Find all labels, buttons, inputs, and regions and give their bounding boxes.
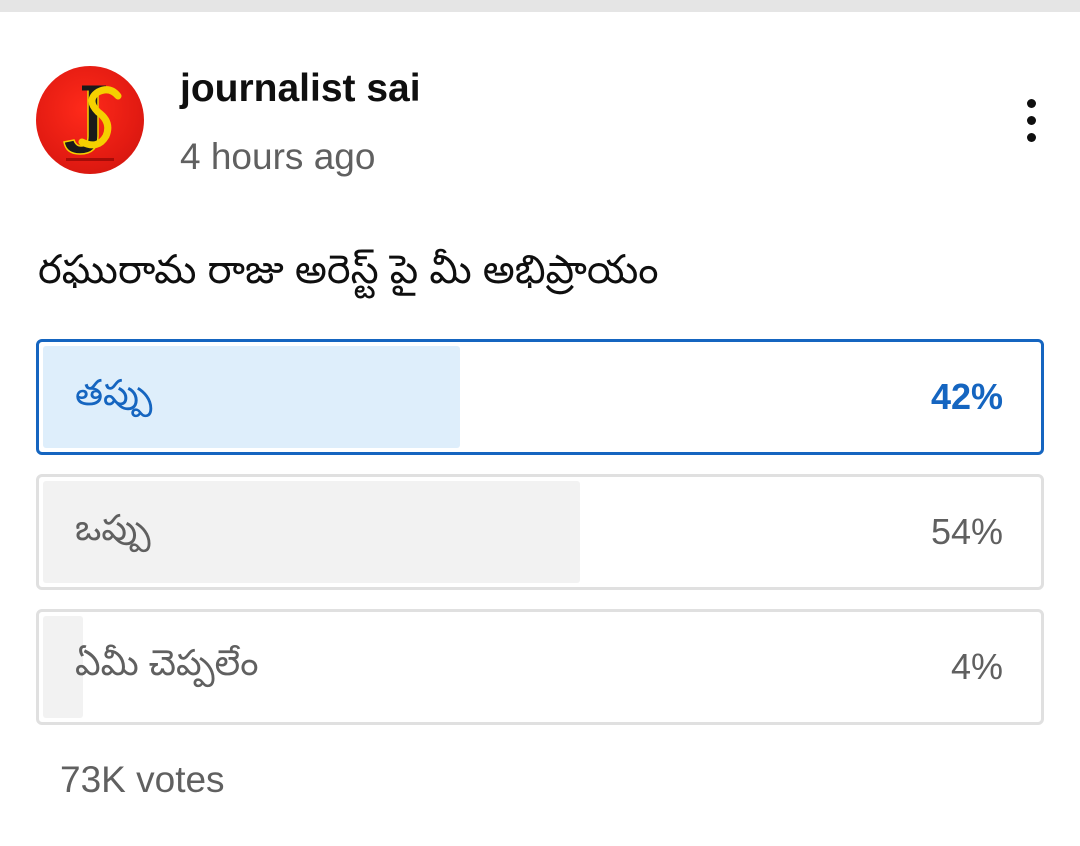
poll-option[interactable]: తప్పు 42% xyxy=(36,339,1044,455)
poll-option-percent: 4% xyxy=(950,646,1003,687)
post-timestamp: 4 hours ago xyxy=(180,136,376,177)
channel-avatar[interactable] xyxy=(36,66,144,174)
channel-name[interactable]: journalist sai xyxy=(180,66,421,112)
vote-count: 73K votes xyxy=(60,759,225,800)
poll-option-percent: 54% xyxy=(930,511,1003,552)
poll-option-label: ఒప్పు xyxy=(75,506,151,548)
more-options-button[interactable] xyxy=(1004,92,1060,148)
poll-option[interactable]: ఏమీ చెప్పలేం 4% xyxy=(36,609,1044,725)
poll-option-label: ఏమీ చెప్పలేం xyxy=(75,641,259,683)
top-divider-strip xyxy=(0,0,1080,12)
js-logo-icon xyxy=(63,85,122,161)
poll-option-percent: 42% xyxy=(930,376,1003,417)
poll-question: రఘురామ రాజు అరెస్ట్ పై మీ అభిప్రాయం xyxy=(38,248,659,292)
poll-option[interactable]: ఒప్పు 54% xyxy=(36,474,1044,590)
poll-option-label: తప్పు xyxy=(75,371,153,413)
